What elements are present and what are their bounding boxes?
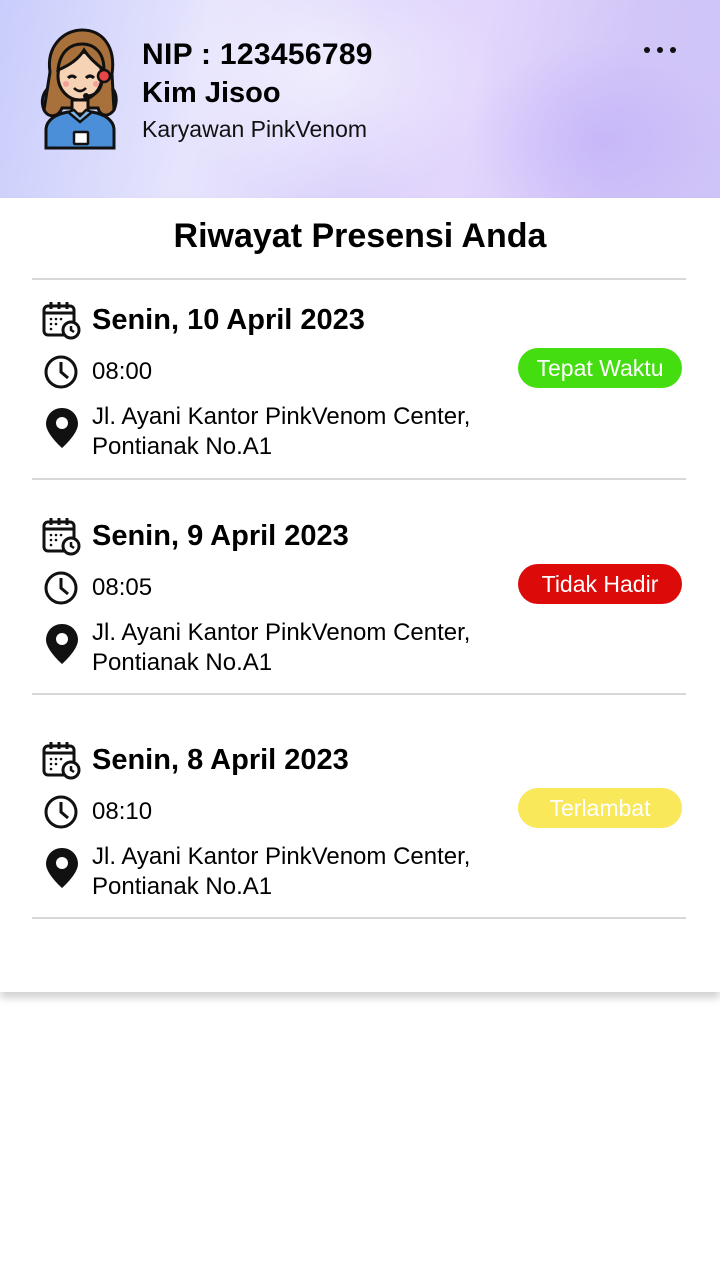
avatar <box>40 28 118 150</box>
entry-address: Jl. Ayani Kantor PinkVenom Center, Ponti… <box>92 842 470 902</box>
employee-nip: NIP : 123456789 <box>142 38 373 71</box>
status-badge: Tidak Hadir <box>518 564 682 604</box>
entry-date: Senin, 10 April 2023 <box>92 304 365 336</box>
status-badge: Tepat Waktu <box>518 348 682 388</box>
location-pin-icon <box>46 408 78 448</box>
date-row: Senin, 8 April 2023 <box>40 740 349 780</box>
address-line-1: Jl. Ayani Kantor PinkVenom Center, <box>92 843 471 870</box>
dot <box>644 47 650 53</box>
attendance-entry[interactable]: Senin, 9 April 2023 08:05 Jl. Ayani Kant… <box>0 496 720 696</box>
clock-icon <box>40 570 82 606</box>
location-pin-icon <box>46 624 78 664</box>
entry-date: Senin, 9 April 2023 <box>92 520 349 552</box>
address-line-2: Pontianak No.A1 <box>92 649 273 676</box>
entry-time: 08:05 <box>92 574 153 601</box>
attendance-history-card: Riwayat Presensi Anda Senin, 10 April 20… <box>0 198 720 992</box>
divider <box>32 693 686 695</box>
time-row: 08:05 <box>40 570 152 606</box>
entry-address: Jl. Ayani Kantor PinkVenom Center, Ponti… <box>92 618 470 678</box>
entry-time: 08:10 <box>92 798 153 825</box>
divider <box>32 478 686 480</box>
time-row: 08:00 <box>40 354 152 390</box>
attendance-entry[interactable]: Senin, 10 April 2023 08:00 Jl. Ayani Kan… <box>0 280 720 480</box>
divider <box>32 917 686 919</box>
location-pin-icon <box>46 848 78 888</box>
entry-date: Senin, 8 April 2023 <box>92 744 349 776</box>
calendar-clock-icon <box>40 740 82 780</box>
user-info: NIP : 123456789 Kim Jisoo Karyawan PinkV… <box>142 36 373 145</box>
address-line-1: Jl. Ayani Kantor PinkVenom Center, <box>92 403 471 430</box>
address-line-2: Pontianak No.A1 <box>92 873 273 900</box>
profile-header: NIP : 123456789 Kim Jisoo Karyawan PinkV… <box>0 0 720 198</box>
employee-name: Kim Jisoo <box>142 77 281 109</box>
calendar-clock-icon <box>40 300 82 340</box>
calendar-clock-icon <box>40 516 82 556</box>
page-title: Riwayat Presensi Anda <box>173 217 547 255</box>
time-row: 08:10 <box>40 794 152 830</box>
dot <box>670 47 676 53</box>
date-row: Senin, 10 April 2023 <box>40 300 365 340</box>
clock-icon <box>40 354 82 390</box>
entry-address: Jl. Ayani Kantor PinkVenom Center, Ponti… <box>92 402 470 462</box>
clock-icon <box>40 794 82 830</box>
address-line-2: Pontianak No.A1 <box>92 433 273 460</box>
address-line-1: Jl. Ayani Kantor PinkVenom Center, <box>92 619 471 646</box>
entry-time: 08:00 <box>92 358 153 385</box>
dot <box>657 47 663 53</box>
more-horizontal-icon[interactable] <box>638 38 682 62</box>
date-row: Senin, 9 April 2023 <box>40 516 349 556</box>
status-badge: Terlambat <box>518 788 682 828</box>
employee-role: Karyawan PinkVenom <box>142 116 368 142</box>
attendance-entry[interactable]: Senin, 8 April 2023 08:10 Jl. Ayani Kant… <box>0 720 720 920</box>
